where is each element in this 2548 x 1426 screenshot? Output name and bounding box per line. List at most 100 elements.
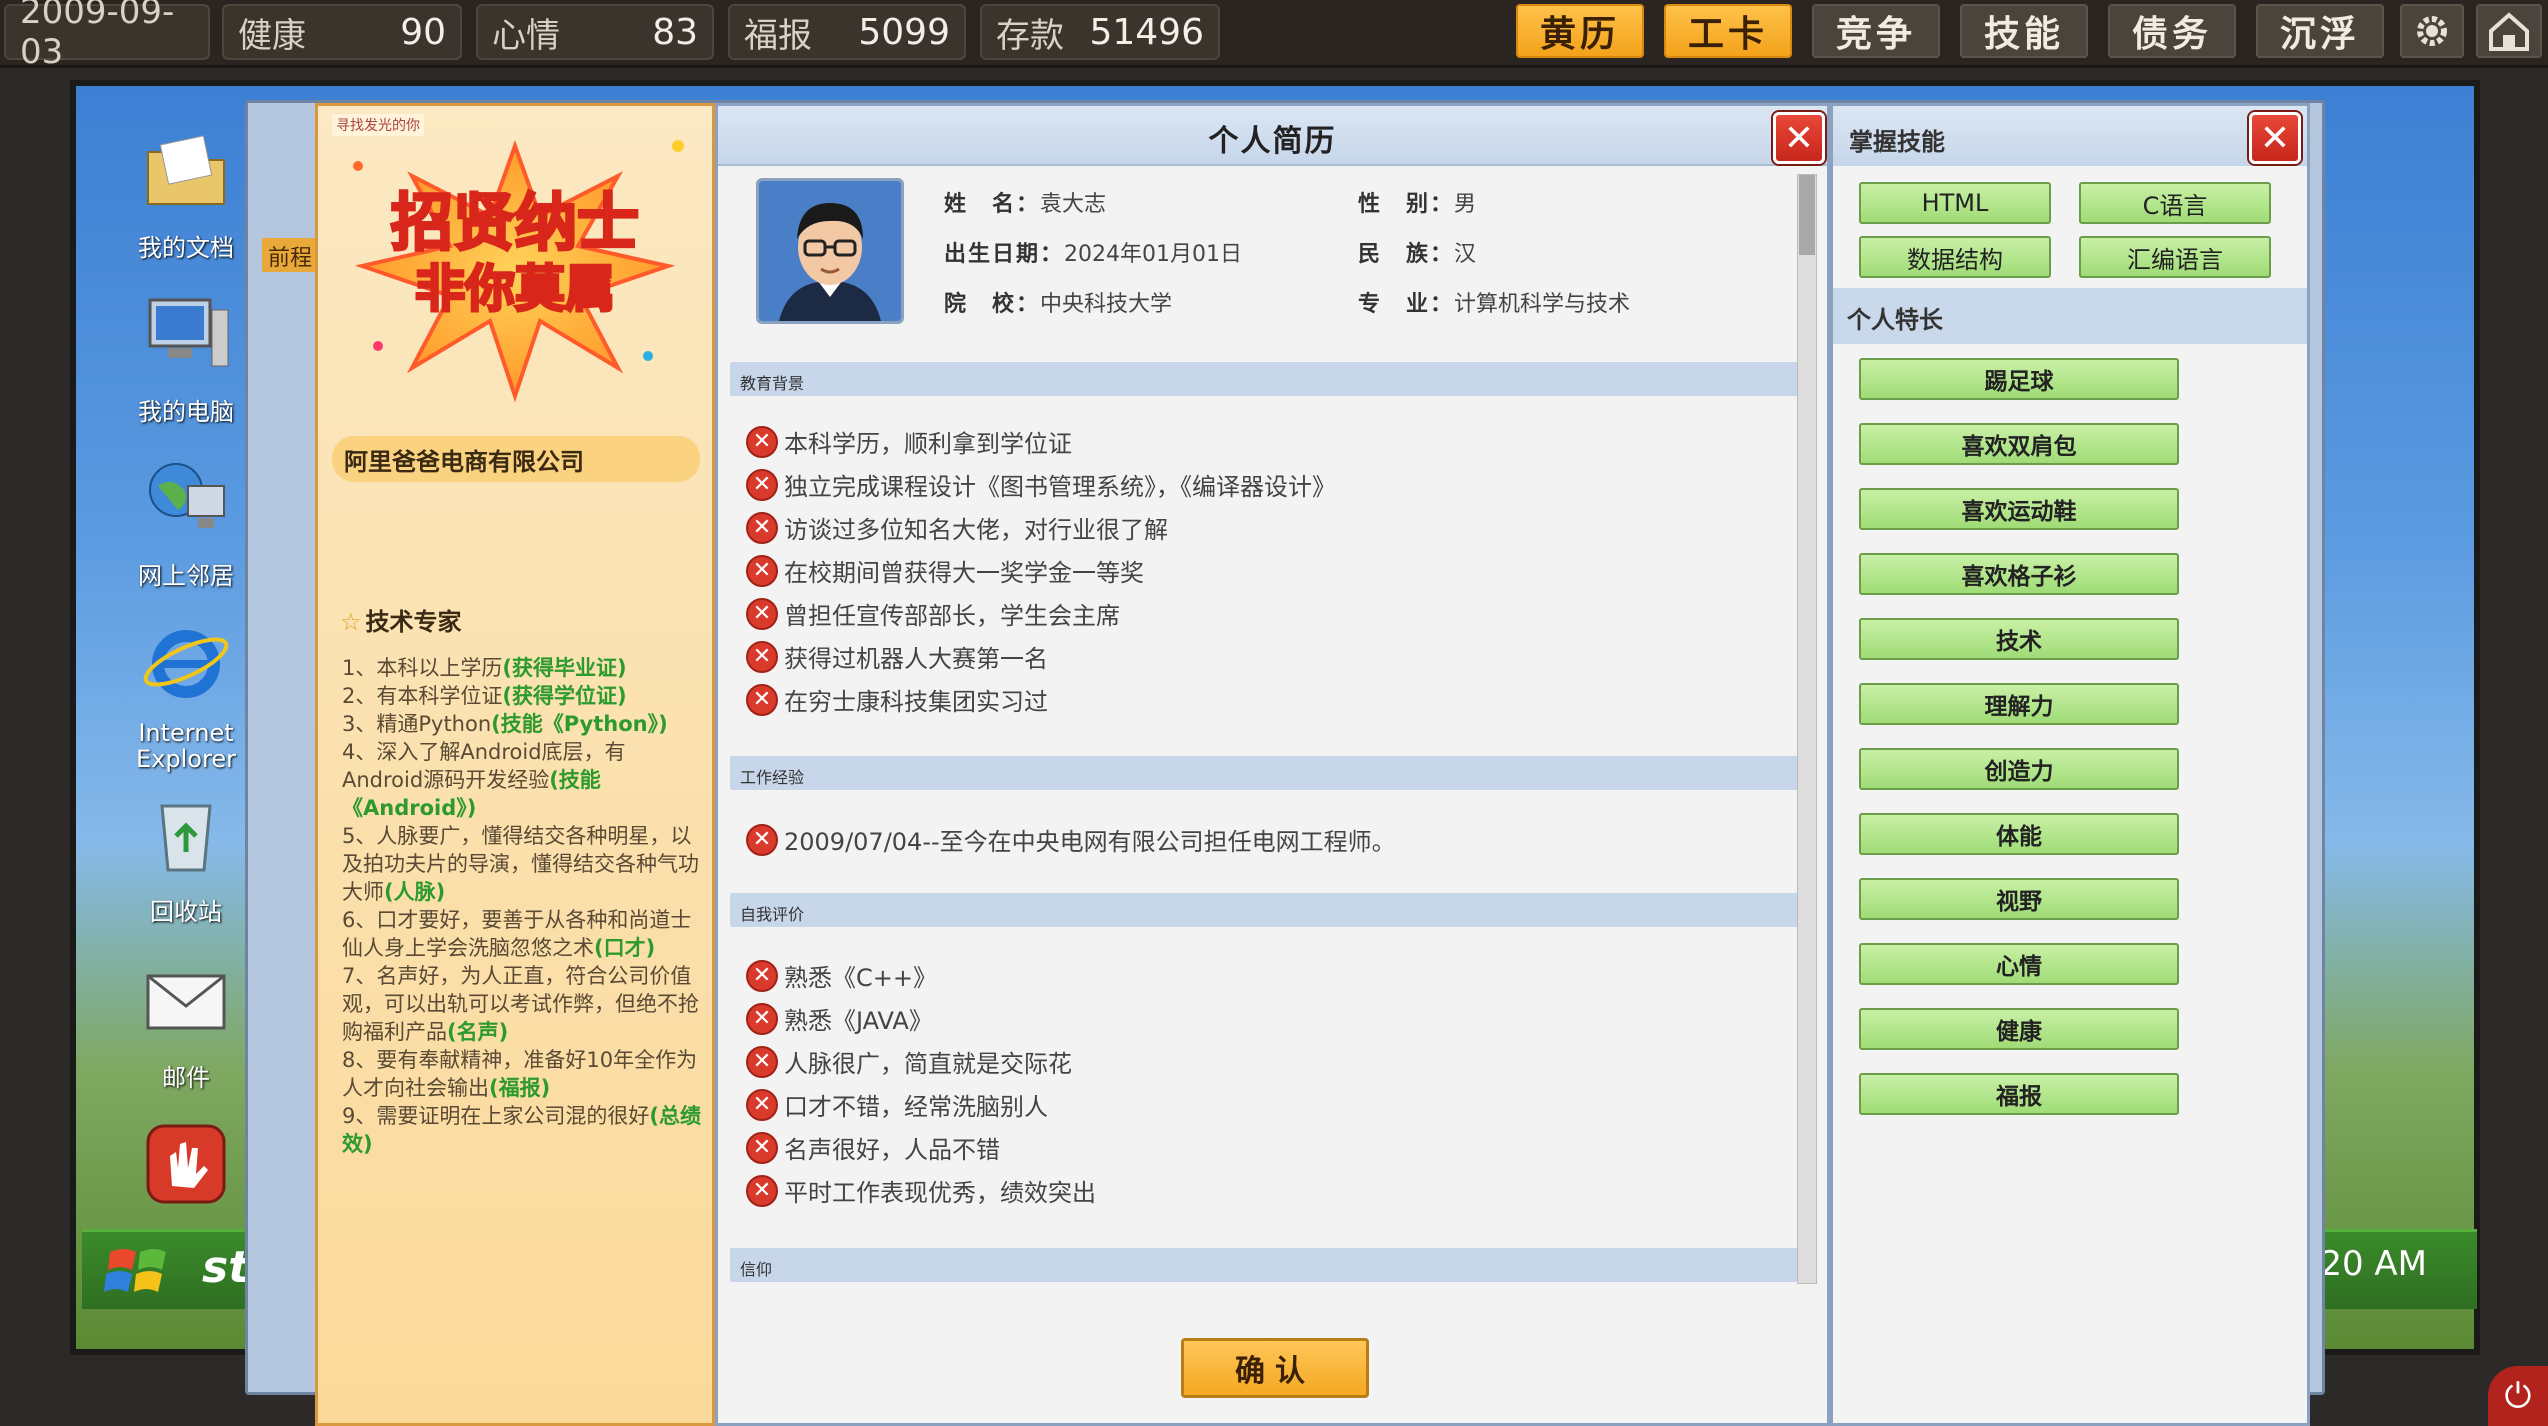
stat-value: 51496 (1089, 11, 1204, 53)
traits-header: 个人特长 (1833, 288, 2307, 344)
field-label: 姓 名： (944, 192, 1041, 217)
self-eval-item: ✕ 熟悉《C++》 (746, 958, 937, 993)
company-name: 阿里爸爸电商有限公司 (332, 436, 700, 482)
power-button[interactable]: ⏻ (2488, 1366, 2548, 1426)
requirement-tag: (人脉) (384, 880, 446, 904)
unmet-x-icon: ✕ (746, 640, 778, 673)
requirement-text: 7、名声好，为人正直，符合公司价值观，可以出轨可以考试作弊，但绝不抢购福利产品 (342, 964, 699, 1044)
skill-badge[interactable]: 汇编语言 (2079, 236, 2271, 278)
hand-app-icon (146, 1124, 226, 1204)
skill-badge[interactable]: HTML (1859, 182, 2051, 224)
poster-headline-2: 非你莫属 (415, 260, 615, 318)
item-text: 熟悉《C++》 (784, 964, 937, 992)
trait-badge[interactable]: 心情 (1859, 943, 2179, 985)
trait-badge[interactable]: 视野 (1859, 878, 2179, 920)
stat-health: 健康 90 (222, 4, 462, 60)
requirement-item: 8、要有奉献精神，准备好10年全作为人才向社会输出(福报) (342, 1046, 702, 1102)
requirements-list: 1、本科以上学历(获得毕业证) 2、有本科学位证(获得学位证) 3、精通Pyth… (342, 654, 702, 1158)
confirm-button[interactable]: 确认 (1181, 1338, 1369, 1398)
recycle-bin-icon (160, 804, 212, 872)
field-value: 中央科技大学 (1040, 292, 1173, 317)
work-item: ✕ 2009/07/04--至今在中央电网有限公司担任电网工程师。 (746, 822, 1396, 857)
ups-downs-button[interactable]: 沉浮 (2256, 4, 2384, 58)
unmet-x-icon: ✕ (746, 1174, 778, 1207)
item-text: 曾担任宣传部部长，学生会主席 (784, 602, 1120, 630)
windows-logo-icon[interactable] (100, 1242, 180, 1302)
item-text: 在校期间曾获得大一奖学金一等奖 (784, 559, 1144, 587)
trait-badge[interactable]: 理解力 (1859, 683, 2179, 725)
item-text: 本科学历，顺利拿到学位证 (784, 430, 1072, 458)
self-eval-item: ✕ 名声很好，人品不错 (746, 1130, 1000, 1165)
gear-icon (2417, 16, 2447, 46)
self-eval-item: ✕ 人脉很广，简直就是交际花 (746, 1044, 1072, 1079)
trait-badge[interactable]: 喜欢运动鞋 (1859, 488, 2179, 530)
debt-button[interactable]: 债务 (2108, 4, 2236, 58)
workcard-button[interactable]: 工卡 (1664, 4, 1792, 58)
power-icon: ⏻ (2504, 1376, 2532, 1416)
compete-button[interactable]: 竞争 (1812, 4, 1940, 58)
trait-badge[interactable]: 体能 (1859, 813, 2179, 855)
field-value: 男 (1454, 192, 1477, 217)
item-text: 在穷士康科技集团实习过 (784, 688, 1048, 716)
requirement-tag: (名声) (447, 1020, 509, 1044)
trait-badge[interactable]: 技术 (1859, 618, 2179, 660)
job-title-text: 技术专家 (365, 608, 462, 636)
scrollbar-thumb[interactable] (1799, 175, 1815, 255)
field-value: 袁大志 (1040, 192, 1107, 217)
unmet-x-icon: ✕ (746, 554, 778, 587)
skills-close-button[interactable]: ✕ (2249, 112, 2301, 164)
trait-badge[interactable]: 创造力 (1859, 748, 2179, 790)
date-display: 2009-09-03 (4, 0, 210, 72)
unmet-x-icon: ✕ (746, 1045, 778, 1078)
trait-badge[interactable]: 踢足球 (1859, 358, 2179, 400)
self-eval-item: ✕ 口才不错，经常洗脑别人 (746, 1087, 1048, 1122)
skill-badge[interactable]: C语言 (2079, 182, 2271, 224)
taskbar-clock: :20 AM (2308, 1244, 2427, 1284)
settings-button[interactable] (2400, 4, 2464, 58)
skill-badge[interactable]: 数据结构 (1859, 236, 2051, 278)
start-button-label[interactable]: st (202, 1242, 249, 1293)
resume-titlebar: 个人简历 (718, 106, 1827, 166)
field-value: 计算机科学与技术 (1454, 292, 1631, 317)
resume-scrollbar[interactable] (1797, 174, 1817, 1284)
job-posting-panel: 招贤纳士 非你莫属 寻找发光的你 阿里爸爸电商有限公司 ☆ 技术专家 1、本科以上… (315, 103, 715, 1426)
requirement-item: 9、需要证明在上家公司混的很好(总绩效) (342, 1102, 702, 1158)
field-value: 汉 (1454, 242, 1477, 267)
skills-button[interactable]: 技能 (1960, 4, 2088, 58)
major-field: 专 业：计算机科学与技术 (1358, 286, 1630, 318)
requirement-tag: (获得学位证) (502, 684, 627, 708)
requirement-tag: (口才) (594, 936, 656, 960)
field-label: 出生日期： (944, 242, 1065, 267)
self-eval-item: ✕ 熟悉《JAVA》 (746, 1001, 933, 1036)
unmet-x-icon: ✕ (746, 1002, 778, 1035)
item-text: 2009/07/04--至今在中央电网有限公司担任电网工程师。 (784, 828, 1396, 856)
stat-label: 健康 (238, 15, 306, 56)
requirement-text: 1、本科以上学历 (342, 656, 503, 680)
trait-badge[interactable]: 喜欢双肩包 (1859, 423, 2179, 465)
almanac-button[interactable]: 黄历 (1516, 4, 1644, 58)
requirement-item: 4、深入了解Android底层，有Android源码开发经验(技能《Androi… (342, 738, 702, 822)
education-item: ✕ 在穷士康科技集团实习过 (746, 682, 1048, 717)
education-item: ✕ 曾担任宣传部部长，学生会主席 (746, 596, 1120, 631)
poster-headline-1: 招贤纳士 (391, 186, 639, 259)
background-window-tab[interactable]: 前程 (262, 238, 322, 272)
unmet-x-icon: ✕ (746, 468, 778, 501)
trait-badge[interactable]: 喜欢格子衫 (1859, 553, 2179, 595)
stat-value: 5099 (858, 11, 950, 53)
item-text: 名声很好，人品不错 (784, 1136, 1000, 1164)
item-text: 访谈过多位知名大佬，对行业很了解 (784, 516, 1168, 544)
trait-badge[interactable]: 福报 (1859, 1073, 2179, 1115)
requirement-item: 6、口才要好，要善于从各种和尚道士仙人身上学会洗脑忽悠之术(口才) (342, 906, 702, 962)
home-button[interactable] (2476, 4, 2542, 58)
item-text: 熟悉《JAVA》 (784, 1007, 933, 1035)
requirement-item: 1、本科以上学历(获得毕业证) (342, 654, 702, 682)
network-globe-icon (149, 463, 225, 528)
stat-value: 83 (652, 11, 698, 53)
requirement-text: 9、需要证明在上家公司混的很好 (342, 1104, 650, 1128)
stat-label: 心情 (492, 15, 560, 56)
unmet-x-icon: ✕ (746, 597, 778, 630)
item-text: 口才不错，经常洗脑别人 (784, 1093, 1048, 1121)
requirement-tag: (福报) (489, 1076, 551, 1100)
trait-badge[interactable]: 健康 (1859, 1008, 2179, 1050)
resume-close-button[interactable]: ✕ (1773, 112, 1825, 164)
